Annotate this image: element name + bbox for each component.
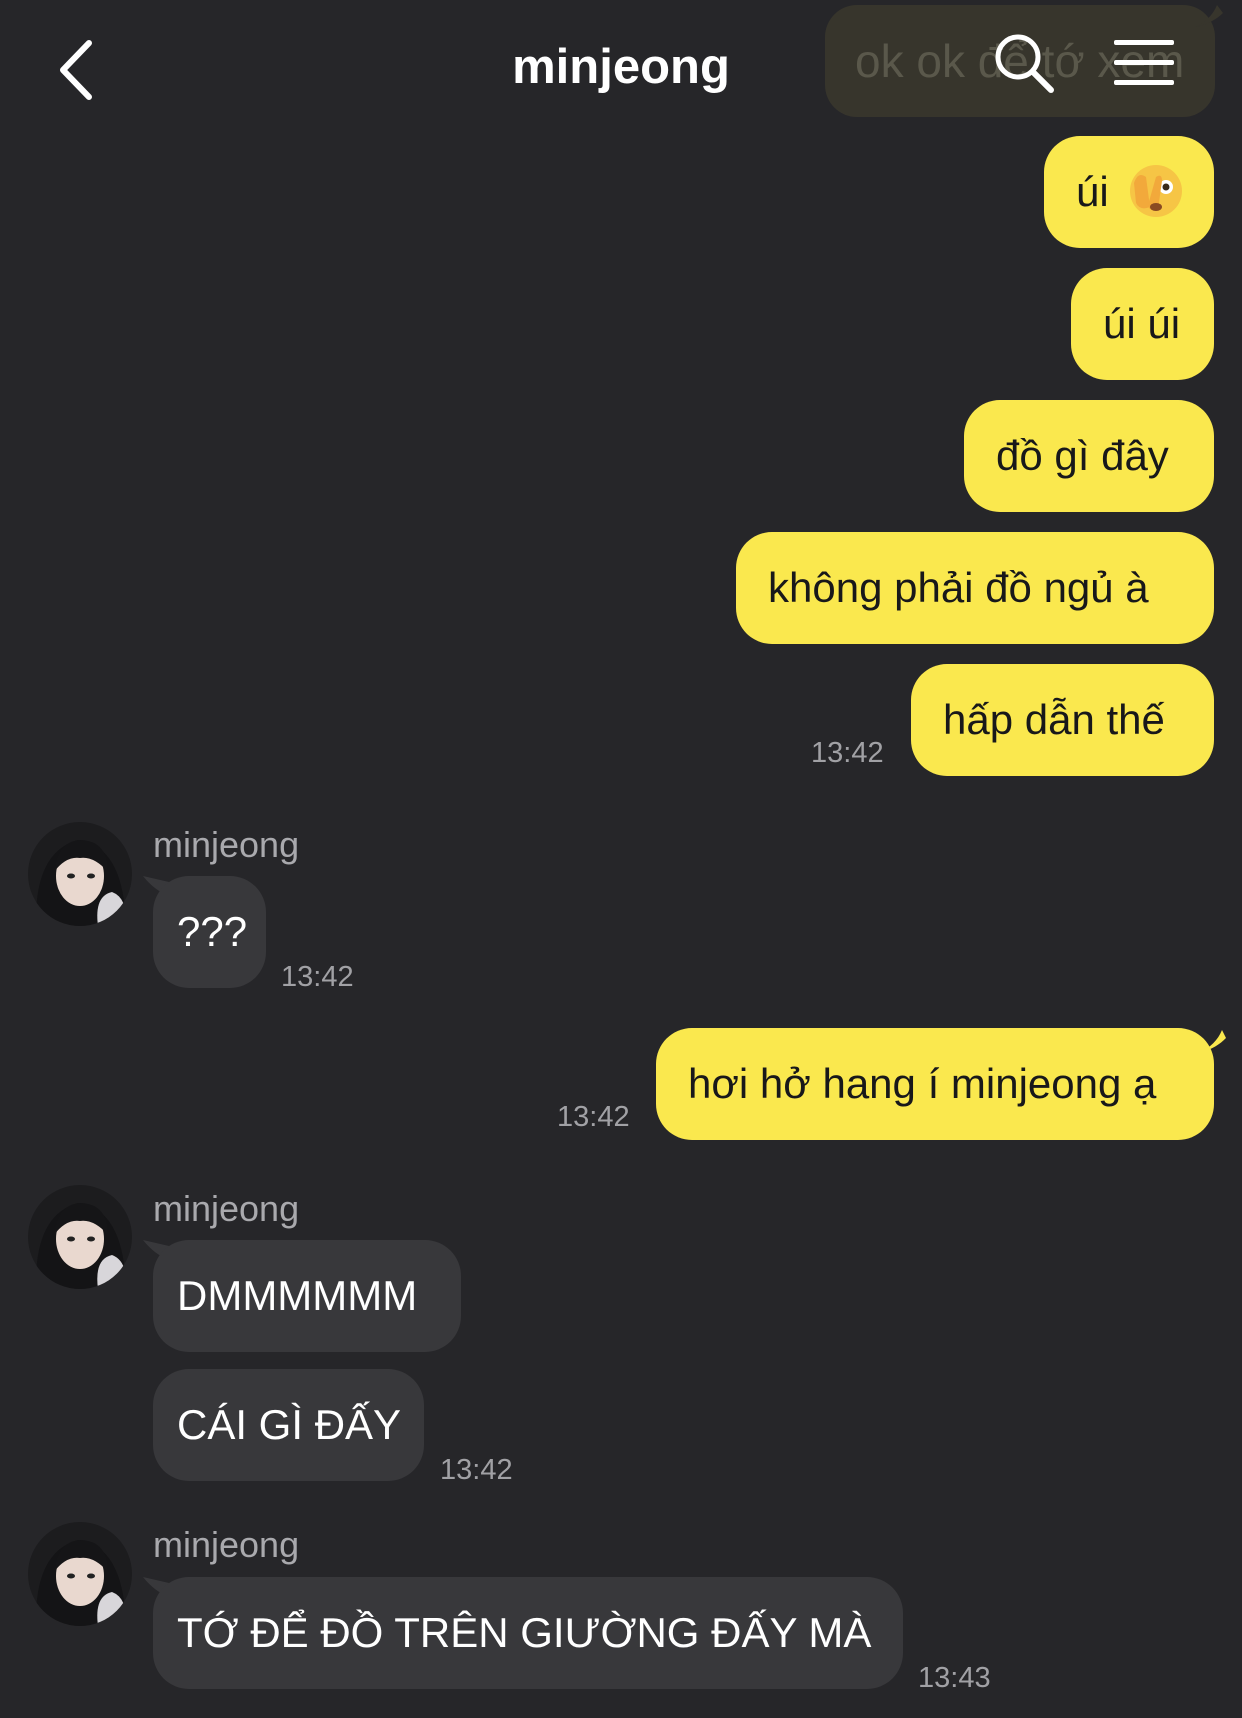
search-icon — [995, 34, 1054, 93]
avatar[interactable] — [28, 822, 132, 926]
outgoing-message-bubble[interactable]: đồ gì đây — [964, 400, 1214, 512]
profile-photo — [28, 822, 132, 926]
search-button[interactable] — [993, 32, 1055, 94]
bubble-tail — [1195, 5, 1223, 27]
sender-name: minjeong — [153, 1524, 300, 1565]
incoming-message-bubble[interactable]: ??? — [153, 876, 266, 988]
avatar[interactable] — [28, 1522, 132, 1626]
message-text: TỚ ĐỂ ĐỒ TRÊN GIƯỜNG ĐẤY MÀ — [177, 1609, 872, 1656]
outgoing-message-bubble[interactable]: hấp dẫn thế — [911, 664, 1214, 776]
profile-photo — [28, 1522, 132, 1626]
message-timestamp: 13:42 — [281, 961, 354, 993]
incoming-message-bubble[interactable]: DMMMMMM — [153, 1240, 461, 1352]
message-text: hấp dẫn thế — [943, 696, 1165, 743]
hamburger-menu-icon — [1114, 40, 1174, 85]
message-text: úi — [1076, 168, 1109, 215]
chat-title: minjeong — [512, 40, 730, 94]
avatar[interactable] — [28, 1185, 132, 1289]
profile-photo — [28, 1185, 132, 1289]
face-peeking-icon — [1130, 164, 1183, 217]
message-text: úi úi — [1103, 300, 1181, 347]
sender-name: minjeong — [153, 1188, 300, 1229]
message-timestamp: 13:42 — [557, 1101, 630, 1133]
incoming-message-bubble[interactable]: TỚ ĐỂ ĐỒ TRÊN GIƯỜNG ĐẤY MÀ — [153, 1577, 903, 1689]
outgoing-message-bubble[interactable]: không phải đồ ngủ à — [736, 532, 1214, 644]
message-text: đồ gì đây — [996, 432, 1169, 479]
sender-name: minjeong — [153, 824, 300, 865]
incoming-message-bubble[interactable]: CÁI GÌ ĐẤY — [153, 1369, 424, 1481]
message-text: DMMMMMM — [177, 1272, 418, 1319]
message-text: không phải đồ ngủ à — [768, 564, 1149, 611]
message-text: CÁI GÌ ĐẤY — [177, 1401, 402, 1448]
chat-header: ok ok để tớ xem minjeong — [0, 0, 1242, 135]
outgoing-message-bubble[interactable]: úi úi — [1071, 268, 1214, 380]
message-timestamp: 13:42 — [811, 737, 884, 769]
message-timestamp: 13:42 — [440, 1454, 513, 1486]
message-timestamp: 13:43 — [918, 1662, 991, 1694]
outgoing-message-bubble[interactable]: hơi hở hang í minjeong ạ — [656, 1028, 1214, 1140]
outgoing-message-bubble[interactable]: úi — [1044, 136, 1214, 248]
message-text: ??? — [177, 908, 248, 955]
message-text: hơi hở hang í minjeong ạ — [688, 1060, 1157, 1107]
menu-button[interactable] — [1112, 36, 1178, 92]
bubble-tail — [1200, 1030, 1226, 1052]
